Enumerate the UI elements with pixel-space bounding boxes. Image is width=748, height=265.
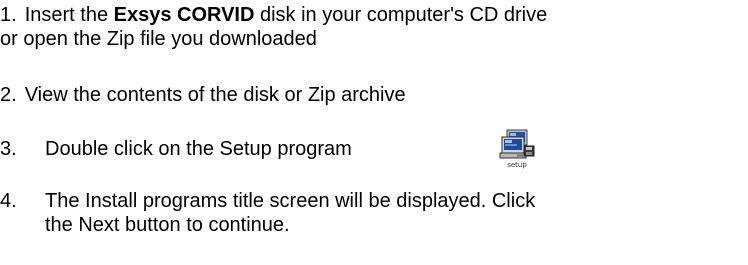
step-4-line-1: 4. The Install programs title screen will…: [0, 189, 535, 213]
step-1-line-1: 1. Insert the Exsys CORVID disk in your c…: [0, 3, 547, 27]
step-4: 4. The Install programs title screen will…: [0, 189, 535, 237]
product-name: Exsys CORVID: [113, 4, 255, 26]
step-2: 2. View the contents of the disk or Zip a…: [0, 83, 406, 107]
step-3: 3. Double click on the Setup program: [0, 137, 352, 161]
setup-program-icon[interactable]: setup: [497, 129, 537, 173]
step-4-text-line-1: The Install programs title screen will b…: [45, 190, 536, 212]
step-1-text-start: Insert the: [24, 4, 114, 26]
step-3-number: 3.: [0, 138, 17, 160]
step-1: 1. Insert the Exsys CORVID disk in your c…: [0, 3, 547, 51]
step-2-number: 2.: [0, 84, 17, 106]
step-2-line-1: 2. View the contents of the disk or Zip a…: [0, 83, 406, 107]
step-3-text: Double click on the Setup program: [45, 138, 352, 160]
computer-setup-icon: [499, 129, 535, 159]
step-4-line-2: the Next button to continue.: [45, 214, 290, 236]
setup-icon-caption: setup: [507, 161, 527, 169]
step-2-text: View the contents of the disk or Zip arc…: [24, 84, 406, 106]
step-3-line-1: 3. Double click on the Setup program: [0, 137, 352, 161]
step-1-number: 1.: [0, 4, 17, 26]
step-4-number: 4.: [0, 190, 17, 212]
step-1-text-end: disk in your computer's CD drive: [254, 4, 548, 26]
step-1-line-2: or open the Zip file you downloaded: [0, 28, 317, 50]
